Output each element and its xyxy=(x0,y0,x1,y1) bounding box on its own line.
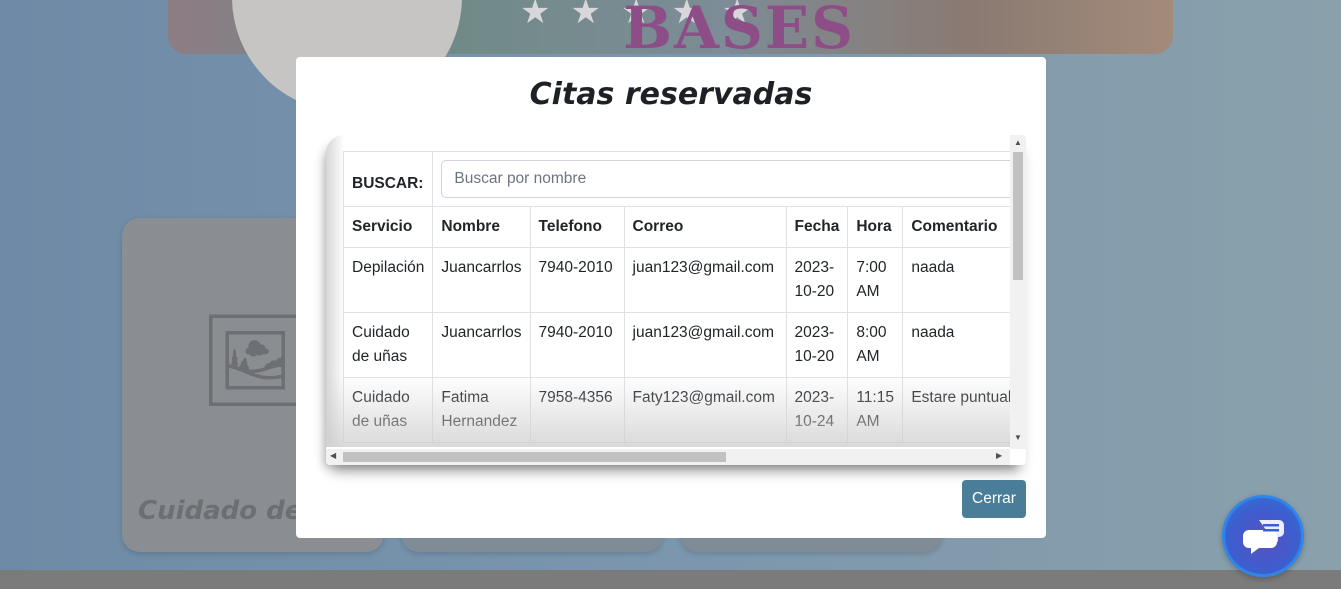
vertical-scrollbar[interactable]: ▲ ▼ xyxy=(1010,135,1026,449)
cell-fecha: 2023-10-20 xyxy=(785,312,849,378)
cell-comentario: Estare puntual xyxy=(902,377,1010,443)
table-header-row: Servicio Nombre Telefono Correo Fecha Ho… xyxy=(343,206,1010,248)
search-label: BUSCAR: xyxy=(343,151,434,207)
table-row: Cuidado de uñas Fatima Hernandez 7958-43… xyxy=(343,377,1010,443)
scroll-down-arrow-icon[interactable]: ▼ xyxy=(1010,433,1026,442)
cell-nombre: Juancarrlos xyxy=(432,247,531,313)
scroll-left-arrow-icon[interactable]: ◀ xyxy=(330,451,336,460)
cell-nombre: Juancarrlos xyxy=(432,312,531,378)
column-header-correo: Correo xyxy=(623,206,787,248)
cell-comentario: naada xyxy=(902,312,1010,378)
cell-nombre: Fatima Hernandez xyxy=(432,377,531,443)
cell-hora: 11:15 AM xyxy=(847,377,904,443)
scroll-up-arrow-icon[interactable]: ▲ xyxy=(1010,138,1026,147)
modal-title: Citas reservadas xyxy=(529,77,813,112)
search-row: BUSCAR: xyxy=(343,151,1010,207)
search-input[interactable] xyxy=(441,160,1010,198)
chat-bubbles-icon xyxy=(1243,520,1284,554)
cell-servicio: Depilación xyxy=(343,247,434,313)
reservations-modal: Citas reservadas BUSCAR: Servicio Nombre… xyxy=(296,57,1046,538)
column-header-nombre: Nombre xyxy=(432,206,531,248)
column-header-telefono: Telefono xyxy=(529,206,625,248)
horizontal-scrollbar[interactable]: ◀ ▶ xyxy=(326,449,1010,465)
cell-servicio: Cuidado de uñas xyxy=(343,312,434,378)
page-footer xyxy=(0,570,1341,589)
banner-brand-text: BASES xyxy=(623,0,856,54)
cell-correo: juan123@gmail.com xyxy=(623,247,787,313)
table-row: Cuidado de uñas Juancarrlos 7940-2010 ju… xyxy=(343,312,1010,378)
cell-telefono: 7958-4356 xyxy=(529,377,625,443)
cell-correo: juan123@gmail.com xyxy=(623,312,787,378)
column-header-servicio: Servicio xyxy=(343,206,434,248)
scroll-shadow-left xyxy=(326,135,344,447)
reservations-table: BUSCAR: Servicio Nombre Telefono Correo … xyxy=(343,151,1010,443)
cell-telefono: 7940-2010 xyxy=(529,247,625,313)
cell-correo: Faty123@gmail.com xyxy=(623,377,787,443)
chat-button[interactable] xyxy=(1222,495,1304,577)
reservations-table-container[interactable]: BUSCAR: Servicio Nombre Telefono Correo … xyxy=(326,135,1026,465)
cell-comentario: naada xyxy=(902,247,1010,313)
cell-fecha: 2023-10-24 xyxy=(785,377,849,443)
cell-fecha: 2023-10-20 xyxy=(785,247,849,313)
column-header-fecha: Fecha xyxy=(785,206,849,248)
vertical-scroll-thumb[interactable] xyxy=(1013,152,1023,280)
cell-hora: 7:00 AM xyxy=(847,247,904,313)
column-header-comentario: Comentario xyxy=(902,206,1010,248)
table-row: Depilación Juancarrlos 7940-2010 juan123… xyxy=(343,247,1010,313)
cell-hora: 8:00 AM xyxy=(847,312,904,378)
close-button[interactable]: Cerrar xyxy=(962,480,1026,518)
column-header-hora: Hora xyxy=(847,206,904,248)
cell-telefono: 7940-2010 xyxy=(529,312,625,378)
scroll-right-arrow-icon[interactable]: ▶ xyxy=(996,451,1002,460)
horizontal-scroll-thumb[interactable] xyxy=(343,452,726,462)
cell-servicio: Cuidado de uñas xyxy=(343,377,434,443)
